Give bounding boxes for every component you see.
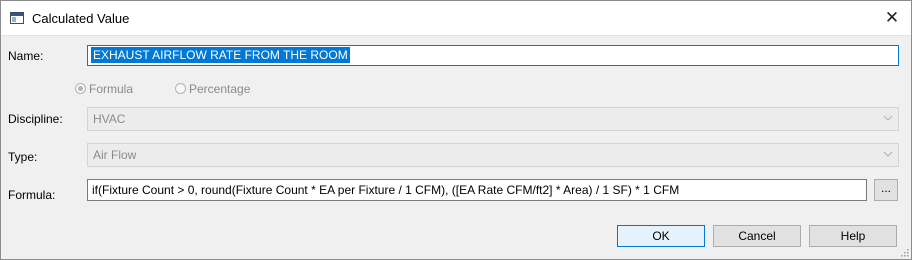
chevron-down-icon [883, 115, 893, 121]
close-icon[interactable]: ✕ [881, 8, 903, 28]
name-field[interactable]: EXHAUST AIRFLOW RATE FROM THE ROOM [87, 45, 899, 66]
title-bar: Calculated Value ✕ [1, 1, 911, 36]
name-value: EXHAUST AIRFLOW RATE FROM THE ROOM [91, 47, 350, 63]
help-button[interactable]: Help [809, 225, 897, 247]
formula-input[interactable]: if(Fixture Count > 0, round(Fixture Coun… [87, 179, 867, 201]
name-label: Name: [8, 49, 44, 63]
formula-label: Formula: [8, 188, 56, 202]
percentage-radio-label: Percentage [189, 82, 251, 96]
cancel-button[interactable]: Cancel [713, 225, 801, 247]
formula-radio-label: Formula [89, 82, 134, 96]
discipline-value: HVAC [93, 112, 126, 126]
formula-browse-button[interactable]: ... [874, 179, 898, 201]
type-label: Type: [8, 150, 38, 164]
type-value: Air Flow [93, 148, 137, 162]
resize-grip-icon[interactable] [899, 247, 909, 257]
window-app-icon [10, 12, 24, 24]
formula-radio[interactable] [75, 83, 86, 94]
percentage-radio[interactable] [175, 83, 186, 94]
window-title: Calculated Value [32, 11, 130, 26]
type-select[interactable]: Air Flow [87, 143, 899, 167]
discipline-select[interactable]: HVAC [87, 107, 899, 131]
chevron-down-icon [883, 151, 893, 157]
calculated-value-dialog: Calculated Value ✕ Name: EXHAUST AIRFLOW… [0, 0, 912, 260]
ok-button[interactable]: OK [617, 225, 705, 247]
discipline-label: Discipline: [8, 112, 63, 126]
